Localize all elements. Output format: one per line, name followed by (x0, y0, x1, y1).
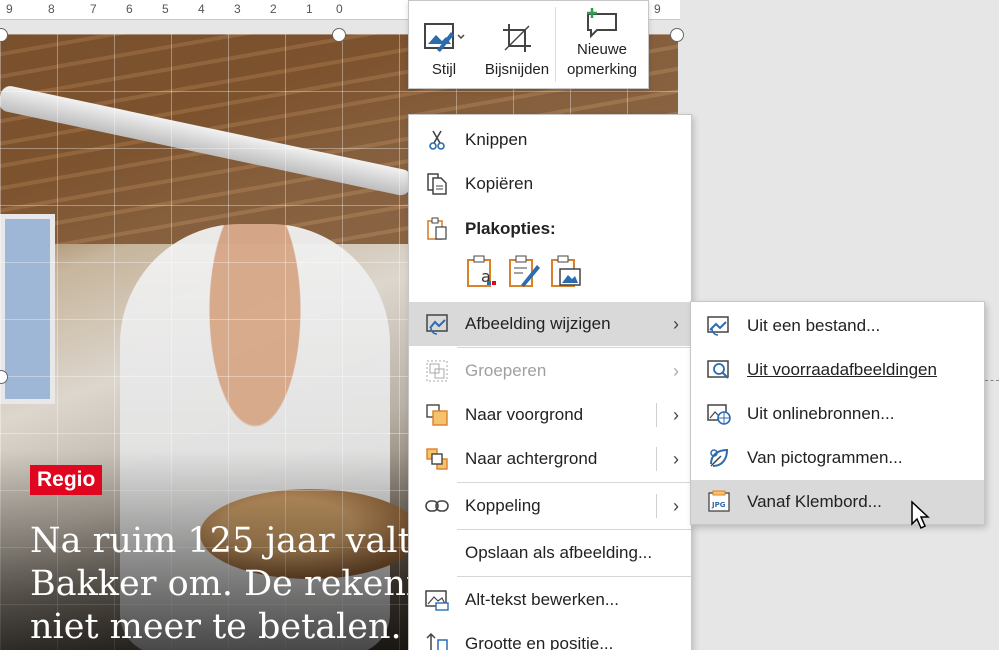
picture-style-icon (424, 23, 465, 52)
comment-label-line1: Nieuwe (576, 41, 628, 58)
chevron-right-icon: › (673, 360, 679, 381)
online-pictures-icon (707, 404, 731, 425)
mouse-cursor-icon (911, 500, 930, 530)
change-picture-icon (426, 314, 448, 335)
crop-button[interactable]: Bijsnijden (479, 1, 555, 88)
chevron-right-icon[interactable]: › (661, 449, 691, 470)
style-label: Stijl (431, 61, 457, 78)
submenu-item-from-file[interactable]: Uit een bestand... (691, 304, 984, 348)
region-badge: Regio (30, 465, 103, 495)
comment-label-line2: opmerking (566, 61, 638, 78)
clipboard-icon (427, 217, 447, 240)
paste-picture-icon[interactable] (549, 255, 583, 289)
menu-item-copy[interactable]: Kopiëren (409, 162, 691, 206)
menu-label: Van pictogrammen... (747, 448, 903, 467)
menu-label: Naar voorgrond (465, 405, 584, 424)
menu-label: Alt-tekst bewerken... (465, 590, 620, 609)
menu-item-cut[interactable]: Knippen (409, 118, 691, 162)
icons-library-icon (710, 448, 729, 467)
menu-label: Uit onlinebronnen... (747, 404, 895, 423)
menu-label: Afbeelding wijzigen (465, 314, 611, 333)
group-icon (426, 360, 448, 382)
menu-label: Opslaan als afbeelding... (465, 543, 653, 562)
bring-forward-icon (426, 404, 448, 426)
chevron-right-icon[interactable]: › (661, 405, 691, 426)
paste-keep-text-icon[interactable]: a (465, 255, 499, 289)
chevron-right-icon: › (673, 313, 679, 334)
menu-label: Groeperen (465, 361, 547, 380)
resize-handle[interactable] (670, 28, 684, 42)
picture-from-file-icon (707, 316, 729, 336)
ruler-label: 3 (234, 2, 241, 16)
headline-line: niet meer te betalen. ‘I (30, 607, 410, 647)
ruler-label: 9 (6, 2, 13, 16)
style-button[interactable]: Stijl (409, 1, 479, 88)
rotate-handle[interactable] (332, 28, 346, 42)
new-comment-icon (587, 8, 617, 38)
ruler-label: 9 (654, 2, 661, 16)
menu-label: Uit een bestand... (747, 316, 881, 335)
link-icon (425, 500, 449, 512)
new-comment-button[interactable]: Nieuwe opmerking (556, 1, 648, 88)
ruler-label: 4 (198, 2, 205, 16)
submenu-item-stock[interactable]: Uit voorraadafbeeldingen (691, 348, 984, 392)
paste-formatting-icon[interactable] (507, 255, 541, 289)
ruler-label: 1 (306, 2, 313, 16)
menu-item-bring-front[interactable]: Naar voorgrond › (409, 393, 691, 437)
mini-toolbar: Stijl Bijsnijden Nieuwe opmerking (408, 0, 649, 89)
menu-label: Grootte en positie... (465, 634, 614, 650)
scissors-icon (429, 130, 445, 150)
menu-label: Koppeling (465, 496, 541, 515)
menu-label: Naar achtergrond (465, 449, 598, 468)
size-position-icon (426, 632, 448, 650)
menu-item-change-picture[interactable]: Afbeelding wijzigen › (409, 302, 691, 346)
crop-icon (503, 24, 531, 52)
guide-line (985, 380, 999, 381)
menu-item-group[interactable]: Groeperen › (409, 349, 691, 393)
jpg-clipboard-icon: JPG (708, 490, 730, 512)
context-menu: Knippen Kopiëren Plakopties: a Afbeeldin… (408, 114, 692, 650)
headline: Na ruim 125 jaar valt b Bakker om. De re… (30, 520, 410, 649)
submenu-item-online[interactable]: Uit onlinebronnen... (691, 392, 984, 436)
stock-images-icon (707, 360, 729, 379)
alt-text-icon (425, 590, 449, 611)
menu-separator (457, 347, 691, 348)
submenu-item-icons[interactable]: Van pictogrammen... (691, 436, 984, 480)
menu-item-link[interactable]: Koppeling › (409, 484, 691, 528)
change-picture-submenu: Uit een bestand... Uit voorraadafbeeldin… (690, 301, 985, 525)
headline-line: Na ruim 125 jaar valt b (30, 521, 410, 561)
copy-icon (427, 173, 447, 195)
menu-label: Plakopties: (465, 219, 556, 238)
ruler-label: 8 (48, 2, 55, 16)
menu-separator (457, 482, 691, 483)
ruler-label: 0 (336, 2, 343, 16)
submenu-item-clipboard[interactable]: JPG Vanaf Klembord... (691, 480, 984, 524)
ruler-label: 6 (126, 2, 133, 16)
ruler-label: 2 (270, 2, 277, 16)
menu-item-send-back[interactable]: Naar achtergrond › (409, 437, 691, 481)
menu-label: Vanaf Klembord... (747, 492, 882, 511)
menu-separator (457, 576, 691, 577)
crop-label: Bijsnijden (484, 61, 550, 78)
menu-item-paste-options: Plakopties: (409, 207, 691, 251)
menu-label: Kopiëren (465, 174, 534, 193)
menu-label: Uit voorraadafbeeldingen (747, 360, 937, 379)
svg-text:JPG: JPG (711, 501, 726, 509)
menu-separator (457, 529, 691, 530)
chevron-right-icon[interactable]: › (661, 496, 691, 517)
menu-item-save-as-picture[interactable]: Opslaan als afbeelding... (409, 531, 691, 575)
ruler-label: 7 (90, 2, 97, 16)
paste-option-buttons: a (465, 255, 583, 289)
send-backward-icon (426, 448, 448, 470)
menu-item-alt-text[interactable]: Alt-tekst bewerken... (409, 578, 691, 622)
headline-line: Bakker om. De rekenin (30, 564, 410, 604)
menu-item-size-position[interactable]: Grootte en positie... (409, 622, 691, 650)
menu-label: Knippen (465, 130, 528, 149)
ruler-label: 5 (162, 2, 169, 16)
